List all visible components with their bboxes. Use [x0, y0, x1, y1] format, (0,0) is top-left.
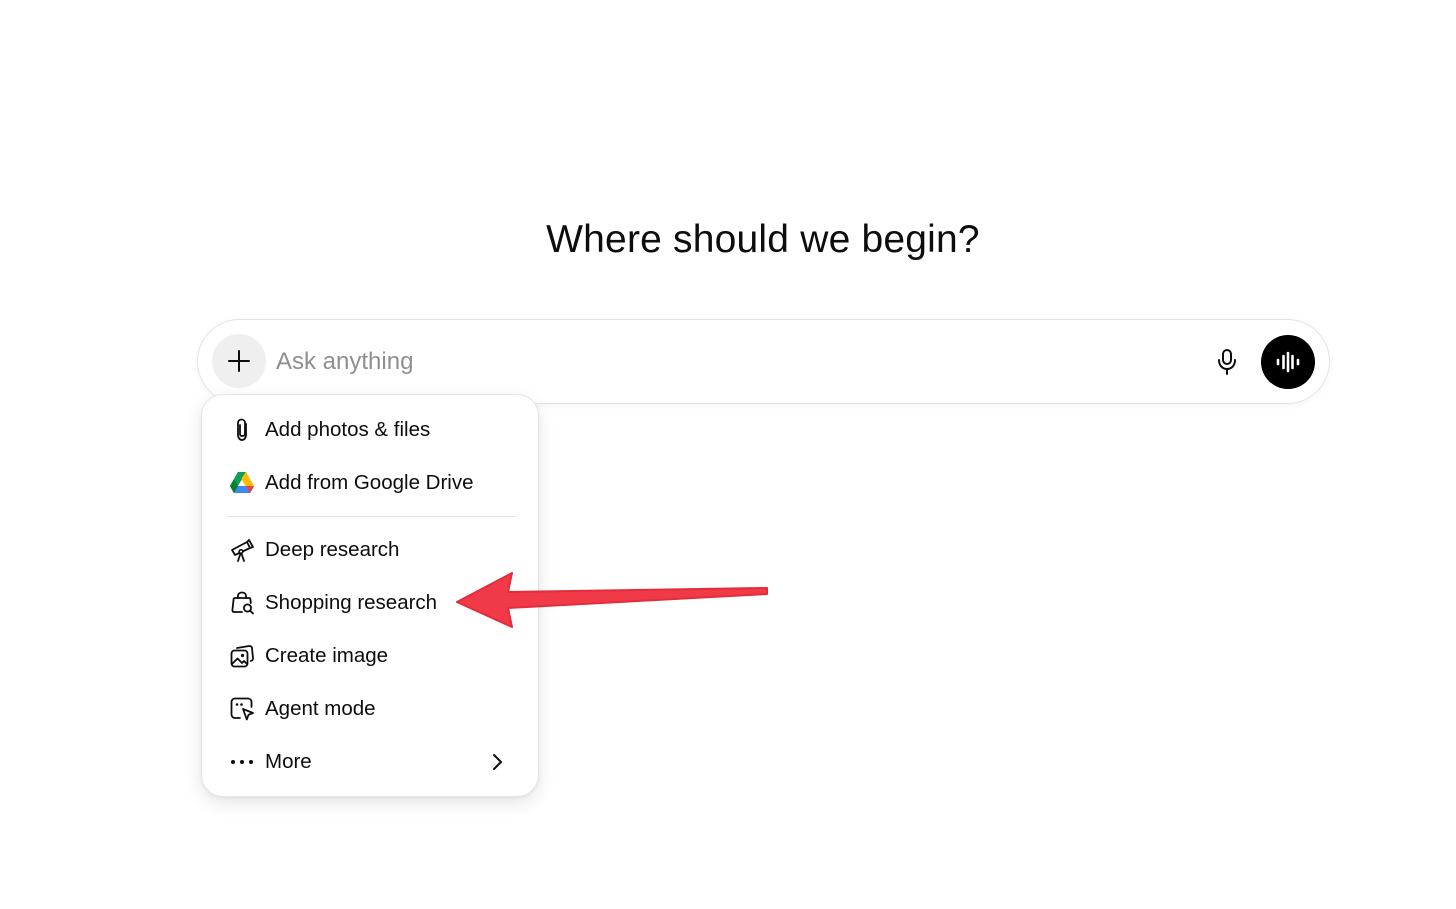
- voice-mode-button[interactable]: [1261, 335, 1315, 389]
- chevron-right-icon: [486, 751, 508, 773]
- page: Where should we begin? Ask anything Add …: [0, 0, 1456, 909]
- attachment-menu: Add photos & files Add from Google Drive: [201, 394, 539, 797]
- menu-item-agent-mode[interactable]: Agent mode: [214, 687, 526, 731]
- menu-item-label: Agent mode: [265, 697, 376, 720]
- menu-item-label: Add photos & files: [265, 418, 431, 441]
- telescope-icon: [227, 535, 257, 565]
- microphone-icon: [1218, 349, 1236, 375]
- agent-cursor-icon: [227, 694, 257, 724]
- menu-item-label: Add from Google Drive: [265, 471, 474, 494]
- add-button[interactable]: [212, 334, 266, 388]
- paperclip-icon: [227, 415, 257, 445]
- dictate-button[interactable]: [1208, 342, 1246, 382]
- ellipsis-icon: [227, 747, 257, 777]
- plus-icon: [228, 350, 250, 372]
- menu-item-create-image[interactable]: Create image: [214, 634, 526, 678]
- menu-item-label: More: [265, 750, 312, 773]
- menu-item-more[interactable]: More: [214, 740, 526, 784]
- menu-item-label: Create image: [265, 644, 389, 667]
- prompt-input[interactable]: [276, 342, 1176, 382]
- menu-divider: [226, 516, 516, 517]
- menu-item-add-photos-files[interactable]: Add photos & files: [214, 408, 526, 452]
- google-drive-icon: [227, 468, 257, 498]
- composer: [197, 319, 1330, 404]
- shopping-bag-search-icon: [227, 588, 257, 618]
- menu-item-label: Deep research: [265, 538, 400, 561]
- image-icon: [227, 641, 257, 671]
- page-title: Where should we begin?: [546, 218, 980, 261]
- voice-waveform-icon: [1276, 351, 1300, 373]
- menu-item-label: Shopping research: [265, 591, 438, 614]
- menu-item-google-drive[interactable]: Add from Google Drive: [214, 461, 526, 505]
- menu-item-deep-research[interactable]: Deep research: [214, 528, 526, 572]
- menu-item-shopping-research[interactable]: Shopping research: [214, 581, 526, 625]
